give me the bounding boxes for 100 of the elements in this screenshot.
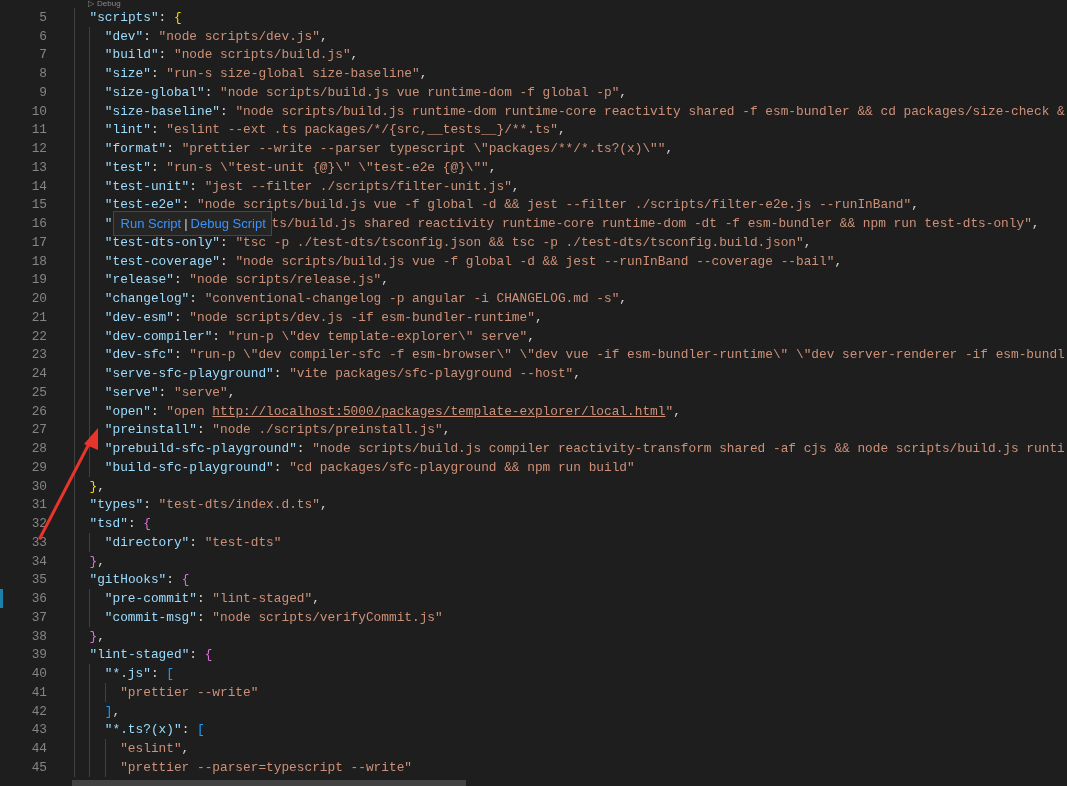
json-key: "scripts"	[89, 7, 159, 27]
json-string: "node scripts/release.js"	[189, 271, 382, 290]
punctuation: ,	[181, 740, 190, 759]
punctuation: ,	[488, 158, 497, 177]
punctuation: ,	[97, 477, 105, 496]
json-key: "open"	[104, 401, 151, 421]
line-number: 23	[30, 346, 48, 365]
json-string: "node scripts/build.js compiler reactivity-transform shared -af cjs && node scripts/build.js runti	[312, 440, 1065, 459]
json-string: "run-p \"dev compiler-sfc -f esm-browser\" \"dev vue -if esm-bundler-runtime\" \"dev server-renderer -if esm-bundl	[189, 346, 1065, 365]
bracket: {	[143, 515, 151, 534]
punctuation: ,	[381, 271, 389, 290]
json-key: "test-dts-only"	[104, 232, 221, 252]
punctuation: :	[197, 421, 206, 440]
punctuation: :	[158, 383, 168, 402]
punctuation: ,	[319, 496, 328, 515]
line-number: 34	[30, 552, 48, 571]
json-string: "tsc -p ./test-dts/tsconfig.json && tsc -p ./test-dts/tsconfig.build.json"	[235, 233, 804, 252]
punctuation: :	[220, 233, 229, 252]
json-key: "commit-msg"	[104, 607, 197, 627]
line-number: 16	[30, 215, 48, 234]
line-number: 27	[30, 421, 48, 440]
punctuation: :	[150, 402, 160, 421]
json-key: "lint-staged"	[89, 645, 190, 665]
json-string: "eslint --ext .ts packages/*/{src,__tests__}/**.ts"	[166, 121, 558, 140]
punctuation: :	[220, 252, 229, 271]
line-number: 14	[30, 177, 48, 196]
line-number: 29	[30, 458, 48, 477]
json-string: "run-p \"dev template-explorer\" serve"	[227, 327, 528, 346]
url-link[interactable]: http://localhost:5000/packages/template-explorer/local.html	[212, 401, 666, 421]
punctuation: :	[143, 27, 152, 46]
line-number: 28	[30, 440, 48, 459]
punctuation: :	[150, 121, 160, 140]
line-number: 33	[30, 533, 48, 552]
json-key: "size-global"	[104, 82, 205, 102]
json-key: "	[104, 214, 113, 234]
json-key: "dev"	[104, 26, 144, 46]
punctuation: :	[127, 515, 137, 534]
punctuation: :	[220, 102, 229, 121]
punctuation: :	[189, 646, 198, 665]
json-string: "run-s \"test-unit {@}\" \"test-e2e {@}\""	[166, 158, 489, 177]
line-number: 6	[38, 27, 48, 46]
punctuation: :	[150, 665, 160, 684]
line-number: 44	[30, 740, 48, 759]
horizontal-scrollbar[interactable]	[72, 780, 466, 786]
line-number: 13	[30, 158, 48, 177]
line-number: 11	[30, 121, 48, 140]
punctuation: :	[181, 196, 191, 215]
json-key: "pre-commit"	[104, 589, 197, 609]
json-string: "cd packages/sfc-playground && npm run build"	[289, 458, 635, 477]
punctuation: ,	[834, 252, 843, 271]
line-number: 42	[30, 702, 48, 721]
punctuation: :	[173, 271, 183, 290]
debug-codelens[interactable]: Debug	[97, 0, 121, 8]
punctuation: :	[173, 346, 183, 365]
json-key: "changelog"	[104, 289, 190, 309]
json-string: "node scripts/dev.js -if esm-bundler-runtime"	[189, 308, 535, 327]
punctuation: :	[296, 440, 306, 459]
line-number: 18	[30, 252, 48, 271]
json-key: "dev-compiler"	[104, 326, 213, 346]
punctuation: ,	[619, 83, 628, 102]
json-key: "*.js"	[104, 664, 151, 684]
line-number: 20	[30, 290, 48, 309]
json-string: "node scripts/build.js vue -f global -d && jest --filter ./scripts/filter-e2e.js --runInBand"	[197, 196, 912, 215]
punctuation: ,	[911, 196, 919, 215]
line-number: 8	[38, 65, 48, 84]
line-number: 35	[30, 571, 48, 590]
json-key: "lint"	[104, 120, 151, 140]
punctuation: ,	[97, 627, 105, 646]
json-key: "*.ts?(x)"	[104, 720, 182, 740]
line-number: 31	[30, 496, 48, 515]
json-key: "format"	[104, 139, 167, 159]
punctuation: ,	[557, 121, 566, 140]
punctuation: :	[150, 65, 160, 84]
punctuation: :	[158, 8, 168, 27]
punctuation: ,	[673, 402, 681, 421]
line-number: 21	[30, 308, 48, 327]
json-key: "types"	[89, 495, 144, 515]
line-number: 36	[30, 590, 48, 609]
punctuation: ,	[511, 177, 520, 196]
run-script-link[interactable]: Run Script	[120, 213, 182, 234]
line-number: 45	[30, 758, 48, 777]
bracket: {	[204, 646, 213, 665]
json-string: "node scripts/dev.js"	[158, 27, 320, 46]
json-string: "test-dts/index.d.ts"	[158, 496, 320, 515]
json-key: "directory"	[104, 532, 190, 552]
line-number: 12	[30, 140, 48, 159]
bracket: [	[166, 665, 174, 684]
punctuation: :	[150, 158, 160, 177]
punctuation: :	[189, 177, 198, 196]
json-key: "build"	[104, 45, 159, 65]
line-number: 7	[38, 46, 48, 65]
json-key: "build-sfc-playground"	[104, 457, 274, 477]
json-string: "conventional-changelog -p angular -i CHANGELOG.md -s"	[204, 290, 620, 309]
json-key: "size"	[104, 64, 151, 84]
line-number: 40	[30, 665, 48, 684]
change-marker[interactable]	[0, 589, 3, 609]
punctuation: ,	[97, 552, 105, 571]
debug-script-link[interactable]: Debug Script	[190, 213, 266, 234]
line-number: 5	[38, 8, 48, 27]
line-number: 39	[30, 646, 48, 665]
